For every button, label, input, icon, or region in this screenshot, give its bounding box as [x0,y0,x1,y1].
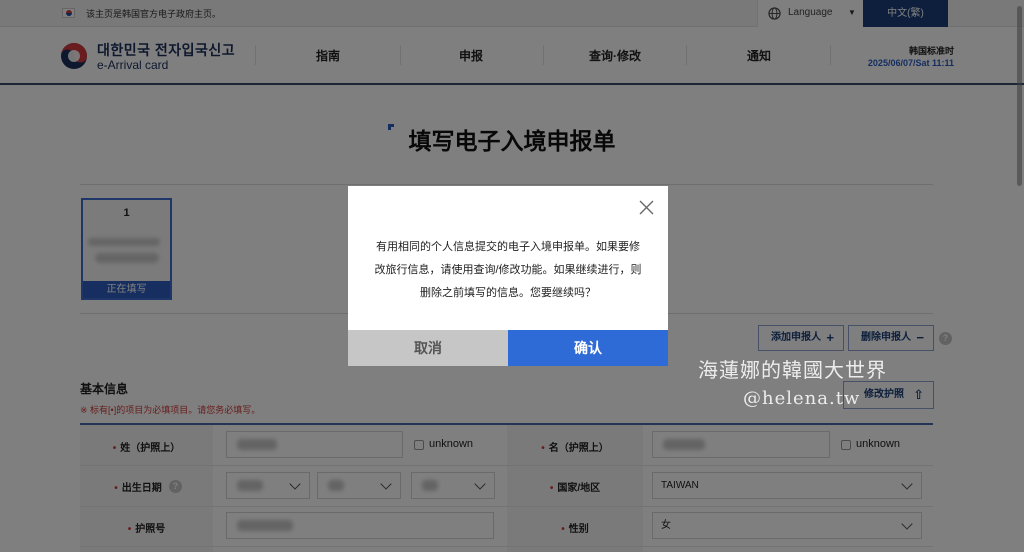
dialog-message-line: 改旅行信息，请使用查询/修改功能。如果继续进行，则 [374,264,642,276]
scrollbar-thumb[interactable] [1017,6,1022,186]
close-icon[interactable] [638,199,655,216]
cancel-button[interactable]: 取消 [348,330,508,366]
dialog-message: 有用相同的个人信息提交的电子入境申报单。如果要修 改旅行信息，请使用查询/修改功… [360,236,656,305]
dialog-message-line: 删除之前填写的信息。您要继续吗？ [420,287,596,299]
watermark-title: 海蓮娜的韓國大世界 [698,358,887,382]
page-scrollbar[interactable] [1014,0,1024,552]
dialog-message-line: 有用相同的个人信息提交的电子入境申报单。如果要修 [376,241,640,253]
watermark-handle: @helena.tw [743,388,861,409]
confirm-button[interactable]: 确认 [508,330,668,366]
